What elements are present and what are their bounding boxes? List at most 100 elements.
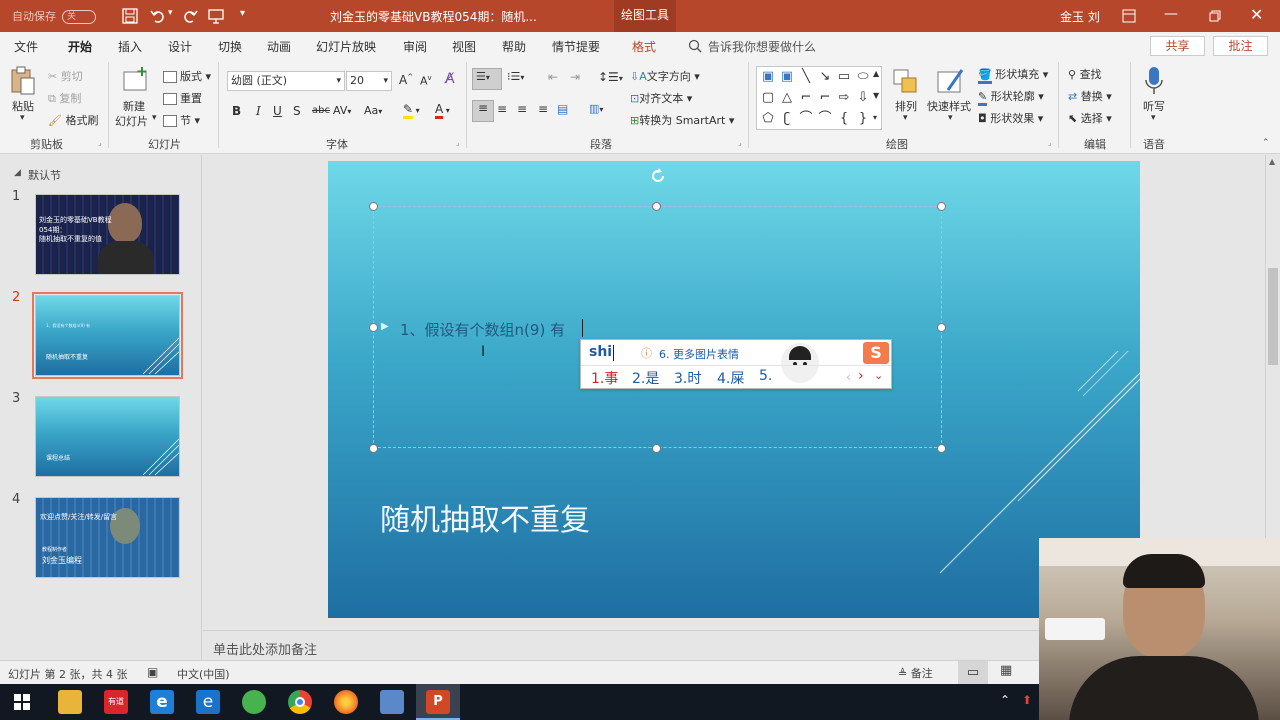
freeform-icon[interactable]: ⬠ bbox=[759, 110, 777, 128]
tab-help[interactable]: 帮助 bbox=[502, 38, 526, 55]
align-left-icon[interactable]: ≡ bbox=[472, 100, 494, 122]
shapes-gallery[interactable]: ▣ ▣ ╲ ↘ ▭ ⬭ ▢ △ ⌐ ⌐ ⇨ ⇩ ⬠ ʗ ⌒ ⌒ { } ▲ ▼ … bbox=[756, 66, 882, 130]
windows-start-icon[interactable] bbox=[14, 694, 30, 710]
font-color-button[interactable]: A ▾ bbox=[435, 102, 450, 119]
slide-sorter-icon[interactable]: ▦ bbox=[1000, 663, 1012, 678]
bold-button[interactable]: B bbox=[232, 104, 241, 118]
align-center-icon[interactable]: ≡ bbox=[497, 102, 507, 116]
tell-me-box[interactable]: 告诉我你想要做什么 bbox=[708, 38, 816, 55]
normal-view-icon[interactable]: ▭ bbox=[958, 661, 988, 684]
notes-toggle-button[interactable]: ≜ 备注 bbox=[898, 665, 933, 681]
new-slide-label[interactable]: 新建 bbox=[123, 98, 145, 114]
slide-thumbnail-pane[interactable]: ◢ 默认节 1 刘金玉的零基础VB教程 054期： 随机抽取不重复的值 2 1、… bbox=[0, 155, 202, 660]
paste-dropdown-icon[interactable]: ▾ bbox=[20, 113, 25, 123]
strikethrough-button[interactable]: abc bbox=[312, 105, 330, 116]
resize-handle-right[interactable] bbox=[937, 323, 946, 332]
slide-title[interactable]: 随机抽取不重复 bbox=[380, 495, 590, 539]
green-app-icon[interactable] bbox=[242, 690, 266, 714]
powerpoint-taskbar-button[interactable]: P bbox=[416, 684, 460, 720]
tab-view[interactable]: 视图 bbox=[452, 38, 476, 55]
new-slide-icon[interactable] bbox=[122, 66, 150, 94]
chrome-browser-icon[interactable] bbox=[288, 690, 312, 714]
font-name-dropdown-icon[interactable]: ▾ bbox=[336, 72, 341, 90]
section-name[interactable]: 默认节 bbox=[28, 167, 61, 183]
tab-home[interactable]: 开始 bbox=[68, 38, 93, 61]
select-button[interactable]: ⬉ 选择 ▾ bbox=[1068, 110, 1112, 126]
resize-handle-bottom-right[interactable] bbox=[937, 444, 946, 453]
vertical-text-box-icon[interactable]: ▣ bbox=[778, 68, 796, 86]
format-painter-button[interactable]: 🖌 格式刷 bbox=[48, 112, 98, 128]
close-icon[interactable]: ✕ bbox=[1250, 5, 1263, 24]
paste-label[interactable]: 粘贴 bbox=[12, 98, 34, 114]
restore-icon[interactable] bbox=[1209, 10, 1221, 22]
new-slide-label-2[interactable]: 幻灯片 bbox=[115, 113, 148, 129]
elbow-arrow-icon[interactable]: ⌐ bbox=[816, 89, 834, 107]
ime-candidate-1[interactable]: 1.事 bbox=[591, 368, 618, 388]
scroll-up-icon[interactable]: ▲ bbox=[1269, 157, 1275, 166]
quick-styles-icon[interactable] bbox=[936, 66, 966, 96]
ime-candidate-4[interactable]: 4.屎 bbox=[717, 368, 744, 388]
microphone-icon[interactable] bbox=[1144, 66, 1164, 96]
slide-thumbnail-1[interactable]: 刘金玉的零基础VB教程 054期： 随机抽取不重复的值 bbox=[35, 194, 180, 275]
edge-browser-icon[interactable]: e bbox=[196, 690, 220, 714]
quick-styles-dropdown-icon[interactable]: ▾ bbox=[948, 113, 953, 123]
user-name[interactable]: 金玉 刘 bbox=[1060, 8, 1100, 25]
ime-prev-page-icon[interactable]: ‹ bbox=[846, 370, 851, 384]
ime-candidate-3[interactable]: 3.时 bbox=[674, 368, 701, 388]
italic-button[interactable]: I bbox=[256, 104, 261, 118]
ime-candidate-2[interactable]: 2.是 bbox=[632, 368, 659, 388]
tab-format[interactable]: 格式 bbox=[632, 38, 656, 55]
dictate-dropdown-icon[interactable]: ▾ bbox=[1151, 113, 1156, 123]
elbow-connector-icon[interactable]: ⌐ bbox=[797, 89, 815, 107]
paste-icon[interactable] bbox=[10, 66, 36, 96]
down-arrow-shape-icon[interactable]: ⇩ bbox=[854, 89, 872, 107]
copy-button[interactable]: ⧉ 复制 bbox=[48, 90, 81, 106]
quick-styles-label[interactable]: 快速样式 bbox=[927, 98, 971, 114]
comments-button[interactable]: 批注 bbox=[1213, 36, 1268, 56]
tab-review[interactable]: 审阅 bbox=[403, 38, 427, 55]
tab-insert[interactable]: 插入 bbox=[118, 38, 142, 55]
ime-expand-icon[interactable]: ⌄ bbox=[874, 369, 883, 382]
text-box-shape-icon[interactable]: ▣ bbox=[759, 68, 777, 86]
resize-handle-left[interactable] bbox=[369, 323, 378, 332]
share-button[interactable]: 共享 bbox=[1150, 36, 1205, 56]
new-slide-dropdown-icon[interactable]: ▾ bbox=[152, 113, 157, 123]
bullet-text[interactable]: 1、假设有个数组n(9) 有 bbox=[400, 319, 565, 340]
gallery-scroll-down-icon[interactable]: ▼ bbox=[873, 91, 879, 100]
ime-next-page-icon[interactable]: › bbox=[858, 368, 864, 384]
undo-icon[interactable] bbox=[150, 8, 166, 24]
font-size-dropdown-icon[interactable]: ▾ bbox=[383, 72, 388, 90]
tab-slideshow[interactable]: 幻灯片放映 bbox=[316, 38, 376, 55]
gallery-more-icon[interactable]: ▾ bbox=[873, 113, 877, 122]
arrange-icon[interactable] bbox=[892, 68, 920, 96]
scroll-thumb[interactable] bbox=[1268, 268, 1278, 365]
rectangle-shape-icon[interactable]: ▭ bbox=[835, 68, 853, 86]
find-button[interactable]: ⚲ 查找 bbox=[1068, 66, 1102, 82]
right-brace-icon[interactable]: } bbox=[854, 110, 872, 128]
notes-pane[interactable]: 单击此处添加备注 bbox=[203, 630, 1039, 660]
numbering-button[interactable]: ⁝☰▾ bbox=[507, 70, 524, 83]
section-collapse-icon[interactable]: ◢ bbox=[14, 168, 21, 178]
arrange-dropdown-icon[interactable]: ▾ bbox=[903, 113, 908, 123]
remote-desktop-icon[interactable] bbox=[380, 690, 404, 714]
rounded-rect-icon[interactable]: ▢ bbox=[759, 89, 777, 107]
align-text-button[interactable]: ⊡对齐文本 ▾ bbox=[630, 90, 692, 106]
tab-transitions[interactable]: 切换 bbox=[218, 38, 242, 55]
columns-button[interactable]: ▥▾ bbox=[589, 102, 603, 115]
drawing-launcher-icon[interactable]: ⌟ bbox=[1048, 138, 1052, 147]
grow-font-icon[interactable]: A^ bbox=[399, 73, 413, 87]
clipboard-launcher-icon[interactable]: ⌟ bbox=[98, 138, 102, 147]
shape-fill-button[interactable]: 🪣 形状填充 ▾ bbox=[978, 66, 1048, 84]
oval-shape-icon[interactable]: ⬭ bbox=[854, 68, 872, 86]
change-case-button[interactable]: Aa▾ bbox=[364, 104, 382, 117]
redo-icon[interactable] bbox=[182, 8, 198, 24]
resize-handle-top-left[interactable] bbox=[369, 202, 378, 211]
left-brace-icon[interactable]: { bbox=[835, 110, 853, 128]
highlight-color-button[interactable]: ✎ ▾ bbox=[403, 102, 420, 119]
section-button[interactable]: 节 ▾ bbox=[163, 112, 200, 128]
resize-handle-top-right[interactable] bbox=[937, 202, 946, 211]
sticker-face-icon[interactable] bbox=[781, 343, 819, 383]
shape-effects-button[interactable]: ◘ 形状效果 ▾ bbox=[978, 110, 1043, 126]
align-right-icon[interactable]: ≡ bbox=[517, 102, 527, 116]
right-arrow-shape-icon[interactable]: ⇨ bbox=[835, 89, 853, 107]
